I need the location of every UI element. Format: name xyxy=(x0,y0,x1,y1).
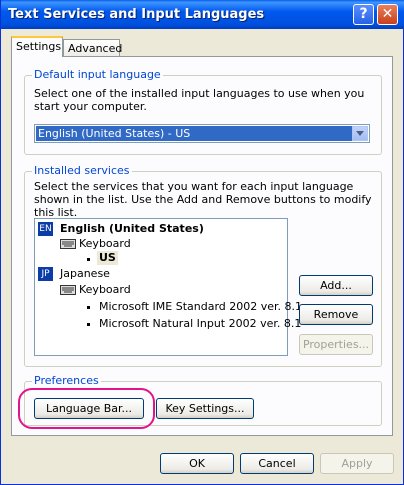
apply-button[interactable]: Apply xyxy=(320,453,394,474)
close-button[interactable]: ✕ xyxy=(377,4,398,25)
service-category-keyboard[interactable]: Keyboard xyxy=(79,237,131,251)
language-item-japanese[interactable]: Japanese xyxy=(60,267,110,281)
chevron-down-icon[interactable] xyxy=(352,126,368,141)
default-language-dropdown[interactable]: English (United States) - US xyxy=(34,124,370,143)
service-item-natural-input[interactable]: Microsoft Natural Input 2002 ver. 8.1 xyxy=(99,317,301,331)
installed-services-legend: Installed services xyxy=(32,164,132,177)
service-item-ime-standard[interactable]: Microsoft IME Standard 2002 ver. 8.1 xyxy=(99,300,302,314)
language-code-badge: EN xyxy=(38,222,53,236)
annotation-highlight xyxy=(18,388,155,429)
remove-button[interactable]: Remove xyxy=(299,304,373,325)
key-settings-button[interactable]: Key Settings... xyxy=(156,398,254,419)
bullet-icon xyxy=(87,323,90,326)
tab-settings[interactable]: Settings xyxy=(11,36,63,57)
service-category-keyboard[interactable]: Keyboard xyxy=(79,283,131,297)
bullet-icon xyxy=(87,306,90,309)
installed-services-description: Select the services that you want for ea… xyxy=(34,180,372,219)
installed-services-list[interactable]: EN English (United States) Keyboard US J… xyxy=(34,218,302,356)
preferences-legend: Preferences xyxy=(32,374,101,387)
add-button[interactable]: Add... xyxy=(299,275,373,296)
language-item-english[interactable]: English (United States) xyxy=(60,222,204,236)
bullet-icon xyxy=(87,258,90,261)
default-language-legend: Default input language xyxy=(32,68,163,81)
default-language-description: Select one of the installed input langua… xyxy=(34,87,365,113)
tab-advanced[interactable]: Advanced xyxy=(63,39,122,57)
service-item-us[interactable]: US xyxy=(97,251,118,265)
title-bar[interactable]: Text Services and Input Languages ? ✕ xyxy=(1,0,404,29)
window-title: Text Services and Input Languages xyxy=(8,7,265,22)
keyboard-icon xyxy=(60,239,76,249)
dialog-window: Text Services and Input Languages ? ✕ Se… xyxy=(0,0,404,485)
ok-button[interactable]: OK xyxy=(160,453,234,474)
properties-button[interactable]: Properties... xyxy=(299,334,373,355)
help-button[interactable]: ? xyxy=(353,4,374,25)
keyboard-icon xyxy=(60,285,76,295)
cancel-button[interactable]: Cancel xyxy=(240,453,314,474)
default-language-value: English (United States) - US xyxy=(36,126,352,141)
language-code-badge: JP xyxy=(38,267,53,281)
